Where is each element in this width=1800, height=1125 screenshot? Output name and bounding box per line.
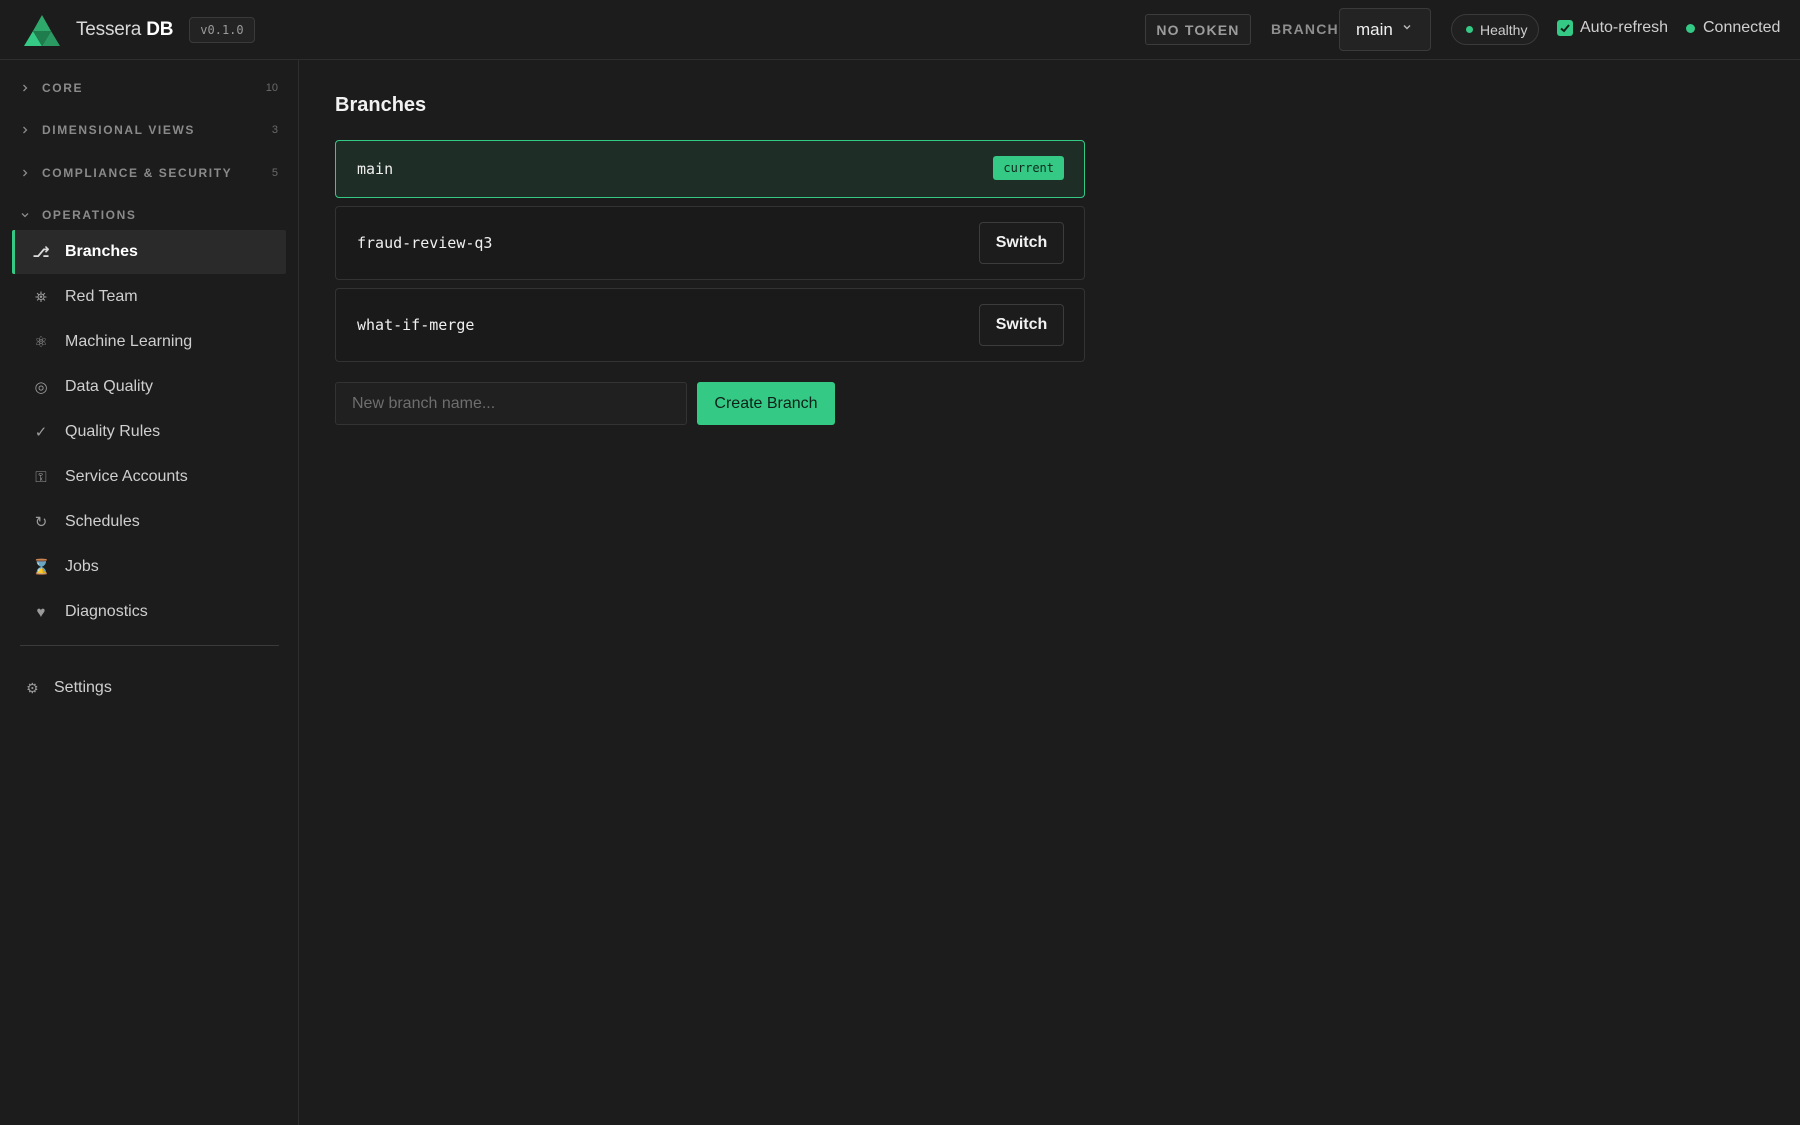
switch-branch-button[interactable]: Switch — [979, 222, 1064, 264]
connection-status: Connected — [1686, 19, 1780, 37]
sidebar-section-compliance-security[interactable]: COMPLIANCE & SECURITY 5 — [20, 161, 278, 185]
chevron-down-icon — [1403, 25, 1411, 30]
sidebar: CORE 10 DIMENSIONAL VIEWS 3 COMPLIANCE &… — [0, 60, 299, 1125]
branch-row-fraud-review-q3: fraud-review-q3 Switch — [335, 206, 1085, 280]
chevron-down-icon — [21, 213, 29, 218]
sidebar-item-data-quality[interactable]: ◎ Data Quality — [12, 365, 286, 409]
sidebar-section-label: COMPLIANCE & SECURITY — [42, 166, 233, 180]
branch-row-main: main current — [335, 140, 1085, 198]
sidebar-item-label: Red Team — [65, 288, 138, 305]
hourglass-icon: ⌛ — [32, 559, 51, 576]
checkmark-icon — [1560, 24, 1570, 33]
connection-status-text: Connected — [1703, 19, 1781, 36]
version-badge: v0.1.0 — [189, 16, 255, 43]
auto-refresh-label: Auto-refresh — [1580, 19, 1669, 36]
sidebar-section-operations[interactable]: OPERATIONS — [20, 203, 278, 227]
branch-name: what-if-merge — [357, 316, 475, 334]
current-badge: current — [993, 156, 1064, 180]
auto-refresh-checkbox[interactable] — [1557, 20, 1573, 36]
sidebar-section-label: CORE — [42, 81, 84, 95]
health-badge: Healthy — [1451, 14, 1539, 45]
sidebar-item-label: Data Quality — [65, 378, 154, 395]
sidebar-item-branches[interactable]: ⎇ Branches — [12, 230, 286, 274]
sidebar-item-schedules[interactable]: ↻ Schedules — [12, 500, 286, 544]
sidebar-section-label: OPERATIONS — [42, 208, 137, 222]
auto-refresh-toggle[interactable]: Auto-refresh — [1557, 19, 1668, 37]
sidebar-item-label: Service Accounts — [65, 468, 188, 485]
connection-dot-icon — [1686, 23, 1695, 33]
brand[interactable]: Tessera DB v0.1.0 — [24, 14, 255, 46]
app-name: Tessera DB — [76, 18, 174, 40]
sidebar-item-label: Settings — [54, 679, 112, 696]
chevron-right-icon — [23, 126, 28, 134]
sidebar-item-label: Diagnostics — [65, 603, 148, 620]
branch-icon: ⎇ — [32, 244, 50, 261]
heart-icon: ♥ — [36, 603, 46, 621]
branch-select-value: main — [1356, 19, 1393, 39]
sidebar-section-label: DIMENSIONAL VIEWS — [42, 123, 195, 137]
sidebar-item-label: Machine Learning — [65, 333, 193, 350]
sidebar-section-count: 3 — [271, 124, 278, 136]
sidebar-item-label: Quality Rules — [65, 423, 161, 440]
atom-icon: ⚛ — [34, 334, 48, 351]
sidebar-section-count: 10 — [265, 82, 278, 94]
new-branch-name-input[interactable] — [335, 382, 687, 425]
sidebar-item-quality-rules[interactable]: ✓ Quality Rules — [12, 410, 286, 454]
sidebar-item-label: Branches — [65, 243, 138, 260]
sidebar-item-red-team[interactable]: ⛯ Red Team — [12, 275, 286, 319]
branch-name: main — [357, 160, 394, 178]
branch-name: fraud-review-q3 — [357, 234, 493, 252]
sidebar-section-count: 5 — [271, 167, 278, 179]
sidebar-item-service-accounts[interactable]: ⚿ Service Accounts — [12, 455, 286, 499]
create-branch-button[interactable]: Create Branch — [697, 382, 835, 425]
target-icon: ◎ — [34, 379, 48, 396]
sidebar-item-label: Jobs — [65, 558, 99, 575]
gear-icon: ⚙ — [26, 679, 39, 696]
token-status-button[interactable]: NO TOKEN — [1145, 14, 1251, 45]
refresh-icon: ↻ — [34, 514, 48, 531]
page-title: Branches — [335, 94, 427, 116]
health-status-text: Healthy — [1480, 21, 1528, 38]
branch-label: BRANCH — [1271, 21, 1339, 37]
top-bar: Tessera DB v0.1.0 NO TOKEN BRANCH main H… — [0, 0, 1800, 60]
check-icon: ✓ — [34, 424, 48, 441]
chevron-right-icon — [23, 84, 28, 92]
sidebar-divider — [20, 645, 279, 646]
sidebar-item-diagnostics[interactable]: ♥ Diagnostics — [12, 590, 286, 634]
sidebar-item-settings[interactable]: ⚙ Settings — [26, 674, 112, 702]
chevron-right-icon — [23, 169, 28, 177]
sidebar-item-label: Schedules — [65, 513, 140, 530]
sidebar-section-dimensional-views[interactable]: DIMENSIONAL VIEWS 3 — [20, 118, 278, 142]
red-team-icon: ⛯ — [34, 288, 47, 306]
tessera-logo-icon — [24, 14, 60, 46]
sidebar-item-machine-learning[interactable]: ⚛ Machine Learning — [12, 320, 286, 364]
key-icon: ⚿ — [35, 468, 47, 486]
sidebar-section-core[interactable]: CORE 10 — [20, 76, 278, 100]
branch-select[interactable]: main — [1339, 8, 1431, 51]
sidebar-item-jobs[interactable]: ⌛ Jobs — [12, 545, 286, 589]
health-dot-icon — [1466, 26, 1473, 33]
main-content: Branches main current fraud-review-q3 Sw… — [300, 60, 1800, 1125]
switch-branch-button[interactable]: Switch — [979, 304, 1064, 346]
branch-row-what-if-merge: what-if-merge Switch — [335, 288, 1085, 362]
